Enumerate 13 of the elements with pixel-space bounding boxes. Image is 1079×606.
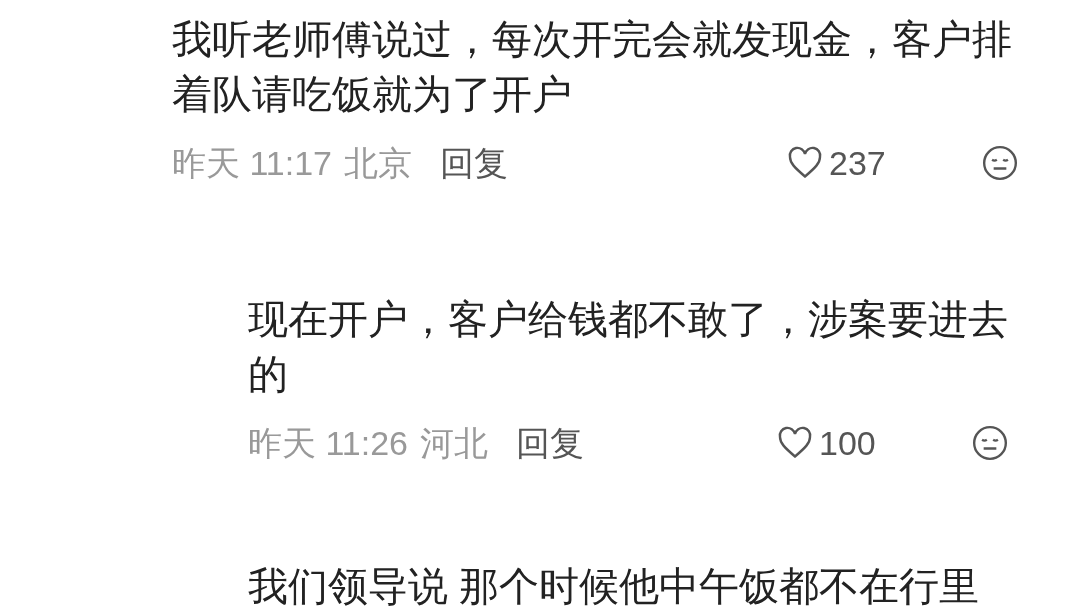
comment-time: 昨天 11:26	[248, 422, 408, 464]
face-icon[interactable]	[981, 144, 1019, 182]
comment-text: 现在开户，客户给钱都不敢了，涉案要进去的	[248, 296, 1009, 398]
comment-location: 北京	[344, 142, 412, 184]
like-count: 237	[829, 142, 887, 184]
comment-time: 昨天 11:17	[172, 142, 332, 184]
comment-location: 河北	[420, 422, 488, 464]
comment-text: 我听老师傅说过，每次开完会就发现金，客户排着队请吃饭就为了开户	[172, 16, 1013, 118]
face-icon[interactable]	[971, 424, 1009, 462]
reply-link[interactable]: 回复	[440, 137, 508, 189]
comment-text: 我们领导说 那个时候他中午饭都不在行里	[248, 566, 981, 606]
reply-link[interactable]: 回复	[516, 417, 584, 469]
like-count: 100	[819, 422, 877, 464]
